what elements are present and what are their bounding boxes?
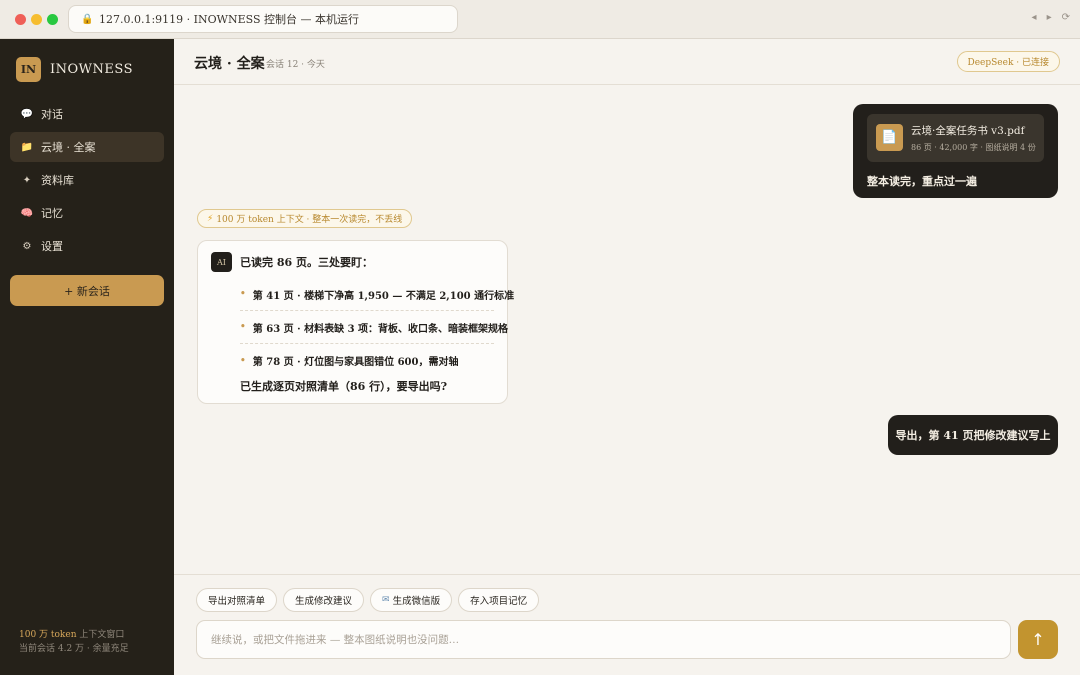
lightning-icon: ⚡ <box>207 213 214 224</box>
list-item: • 第 63 页 · 材料表缺 3 项：背板、收口条、暗装框架规格 <box>240 311 508 344</box>
context-chip-text: 100 万 token 上下文 · 整本一次读完，不丢线 <box>216 215 403 225</box>
list-item: • 第 41 页 · 楼梯下净高 1,950 — 不满足 2,100 通行标准 <box>240 278 514 311</box>
sidebar: IN INOWNESS 💬 对话 📁 云境 · 全案 ✦ 资料库 🧠 记忆 ⚙ <box>0 39 174 675</box>
context-window-line: 100 万 token 上下文窗口 <box>19 628 129 642</box>
browser-nav: ◂ ▸ ⟳ <box>1032 12 1070 23</box>
assistant-message: AI 已读完 86 页。三处要盯： • 第 41 页 · 楼梯下净高 1,950 … <box>197 240 514 404</box>
back-icon[interactable]: ◂ <box>1032 12 1037 23</box>
envelope-icon: ✉ <box>382 595 390 605</box>
arrow-up-icon: ↑ <box>1031 630 1045 649</box>
chat-bubble-icon: 💬 <box>20 108 34 120</box>
sidebar-item-library[interactable]: ✦ 资料库 <box>10 165 164 195</box>
chat-header: 云境 · 全案 会话 12 · 今天 DeepSeek · 已连接 <box>174 39 1080 85</box>
brand-logo: IN <box>16 57 41 82</box>
context-window-label: 上下文窗口 <box>76 630 125 640</box>
message-input[interactable]: 继续说，或把文件拖进来 — 整本图纸说明也没问题… <box>196 620 1011 659</box>
sidebar-item-chat[interactable]: 💬 对话 <box>10 99 164 129</box>
export-checklist-button[interactable]: 导出对照清单 <box>196 588 278 612</box>
file-meta: 86 页 · 42,000 字 · 图纸说明 4 份 <box>911 143 1036 152</box>
bullet-dot: • <box>240 355 246 366</box>
forward-icon[interactable]: ▸ <box>1047 12 1052 23</box>
send-button[interactable]: ↑ <box>1018 620 1058 659</box>
main-panel: 云境 · 全案 会话 12 · 今天 DeepSeek · 已连接 📄 云境·全… <box>174 39 1080 675</box>
generate-suggestions-button[interactable]: 生成修改建议 <box>283 588 365 612</box>
composer: 导出对照清单 生成修改建议 ✉ 生成微信版 存入项目记忆 继续说，或把文件拖进来 … <box>174 574 1080 675</box>
user-message-file: 📄 云境·全案任务书 v3.pdf 86 页 · 42,000 字 · 图纸说明… <box>853 104 1058 198</box>
issue-text: 第 78 页 · 灯位图与家具图错位 600，需对轴 <box>252 357 459 368</box>
generate-wechat-button[interactable]: ✉ 生成微信版 <box>370 588 453 612</box>
quick-action-label: 生成微信版 <box>392 596 441 607</box>
context-chip: ⚡ 100 万 token 上下文 · 整本一次读完，不丢线 <box>197 209 413 228</box>
save-to-memory-button[interactable]: 存入项目记忆 <box>458 588 540 612</box>
user-message: 导出，第 41 页把修改建议写上 <box>888 415 1058 455</box>
issue-text: 第 63 页 · 材料表缺 3 项：背板、收口条、暗装框架规格 <box>252 323 509 335</box>
sidebar-item-label: 设置 <box>41 240 63 253</box>
sidebar-item-memory[interactable]: 🧠 记忆 <box>10 198 164 228</box>
issue-text: 第 41 页 · 楼梯下净高 1,950 — 不满足 2,100 通行标准 <box>252 290 515 302</box>
brand-name: INOWNESS <box>50 62 133 77</box>
context-window-size: 100 万 token <box>19 630 77 640</box>
sidebar-item-label: 记忆 <box>41 207 63 220</box>
quick-action-label: 生成修改建议 <box>295 596 353 607</box>
address-bar[interactable]: 🔒 127.0.0.1:9119 · INOWNESS 控制台 — 本机运行 <box>68 5 458 33</box>
address-text: 127.0.0.1:9119 · INOWNESS 控制台 — 本机运行 <box>99 13 359 26</box>
file-name: 云境·全案任务书 v3.pdf <box>911 125 1025 137</box>
page-title: 云境 · 全案 <box>194 56 265 72</box>
sidebar-item-label: 资料库 <box>41 174 74 187</box>
context-window-info: 100 万 token 上下文窗口 当前会话 4.2 万 · 余量充足 <box>19 628 129 656</box>
bullet-dot: • <box>240 289 246 299</box>
issue-list: • 第 41 页 · 楼梯下净高 1,950 — 不满足 2,100 通行标准 •… <box>240 278 514 377</box>
document-icon: 📄 <box>876 124 903 151</box>
lock-icon: 🔒 <box>81 13 94 25</box>
maximize-window-button[interactable] <box>47 14 58 25</box>
sidebar-item-project[interactable]: 📁 云境 · 全案 <box>10 132 164 162</box>
brain-icon: 🧠 <box>20 207 34 219</box>
folder-icon: 📁 <box>20 141 34 153</box>
bullet-dot: • <box>240 322 246 332</box>
connection-status-badge[interactable]: DeepSeek · 已连接 <box>956 51 1060 72</box>
file-attachment-card[interactable]: 📄 云境·全案任务书 v3.pdf 86 页 · 42,000 字 · 图纸说明… <box>867 114 1044 162</box>
gear-icon: ⚙ <box>22 240 32 252</box>
sidebar-item-label: 对话 <box>41 108 63 121</box>
minimize-window-button[interactable] <box>31 14 42 25</box>
browser-titlebar: 🔒 127.0.0.1:9119 · INOWNESS 控制台 — 本机运行 ◂… <box>0 0 1080 39</box>
sidebar-item-label: 云境 · 全案 <box>41 141 96 154</box>
quick-actions: 导出对照清单 生成修改建议 ✉ 生成微信版 存入项目记忆 <box>196 588 540 612</box>
quick-action-label: 导出对照清单 <box>208 596 266 607</box>
close-window-button[interactable] <box>15 14 26 25</box>
user-message-text: 整本读完，重点过一遍 <box>867 175 977 188</box>
sparkle-icon: ✦ <box>22 174 32 186</box>
session-meta: 会话 12 · 今天 <box>266 60 325 70</box>
sidebar-item-settings[interactable]: ⚙ 设置 <box>10 231 164 261</box>
reload-icon[interactable]: ⟳ <box>1062 12 1070 23</box>
ai-avatar: AI <box>211 252 232 272</box>
brand: IN INOWNESS <box>16 57 133 82</box>
session-usage: 当前会话 4.2 万 · 余量充足 <box>19 644 129 654</box>
new-chat-button[interactable]: + 新会话 <box>10 275 164 306</box>
quick-action-label: 存入项目记忆 <box>470 596 528 607</box>
assistant-intro: 已读完 86 页。三处要盯： <box>240 256 373 269</box>
assistant-outro: 已生成逐页对照清单（86 行），要导出吗? <box>240 380 448 393</box>
app-window: 🔒 127.0.0.1:9119 · INOWNESS 控制台 — 本机运行 ◂… <box>0 0 1080 675</box>
sidebar-nav: 💬 对话 📁 云境 · 全案 ✦ 资料库 🧠 记忆 ⚙ 设置 <box>10 99 164 264</box>
list-item: • 第 78 页 · 灯位图与家具图错位 600，需对轴 <box>240 344 494 377</box>
